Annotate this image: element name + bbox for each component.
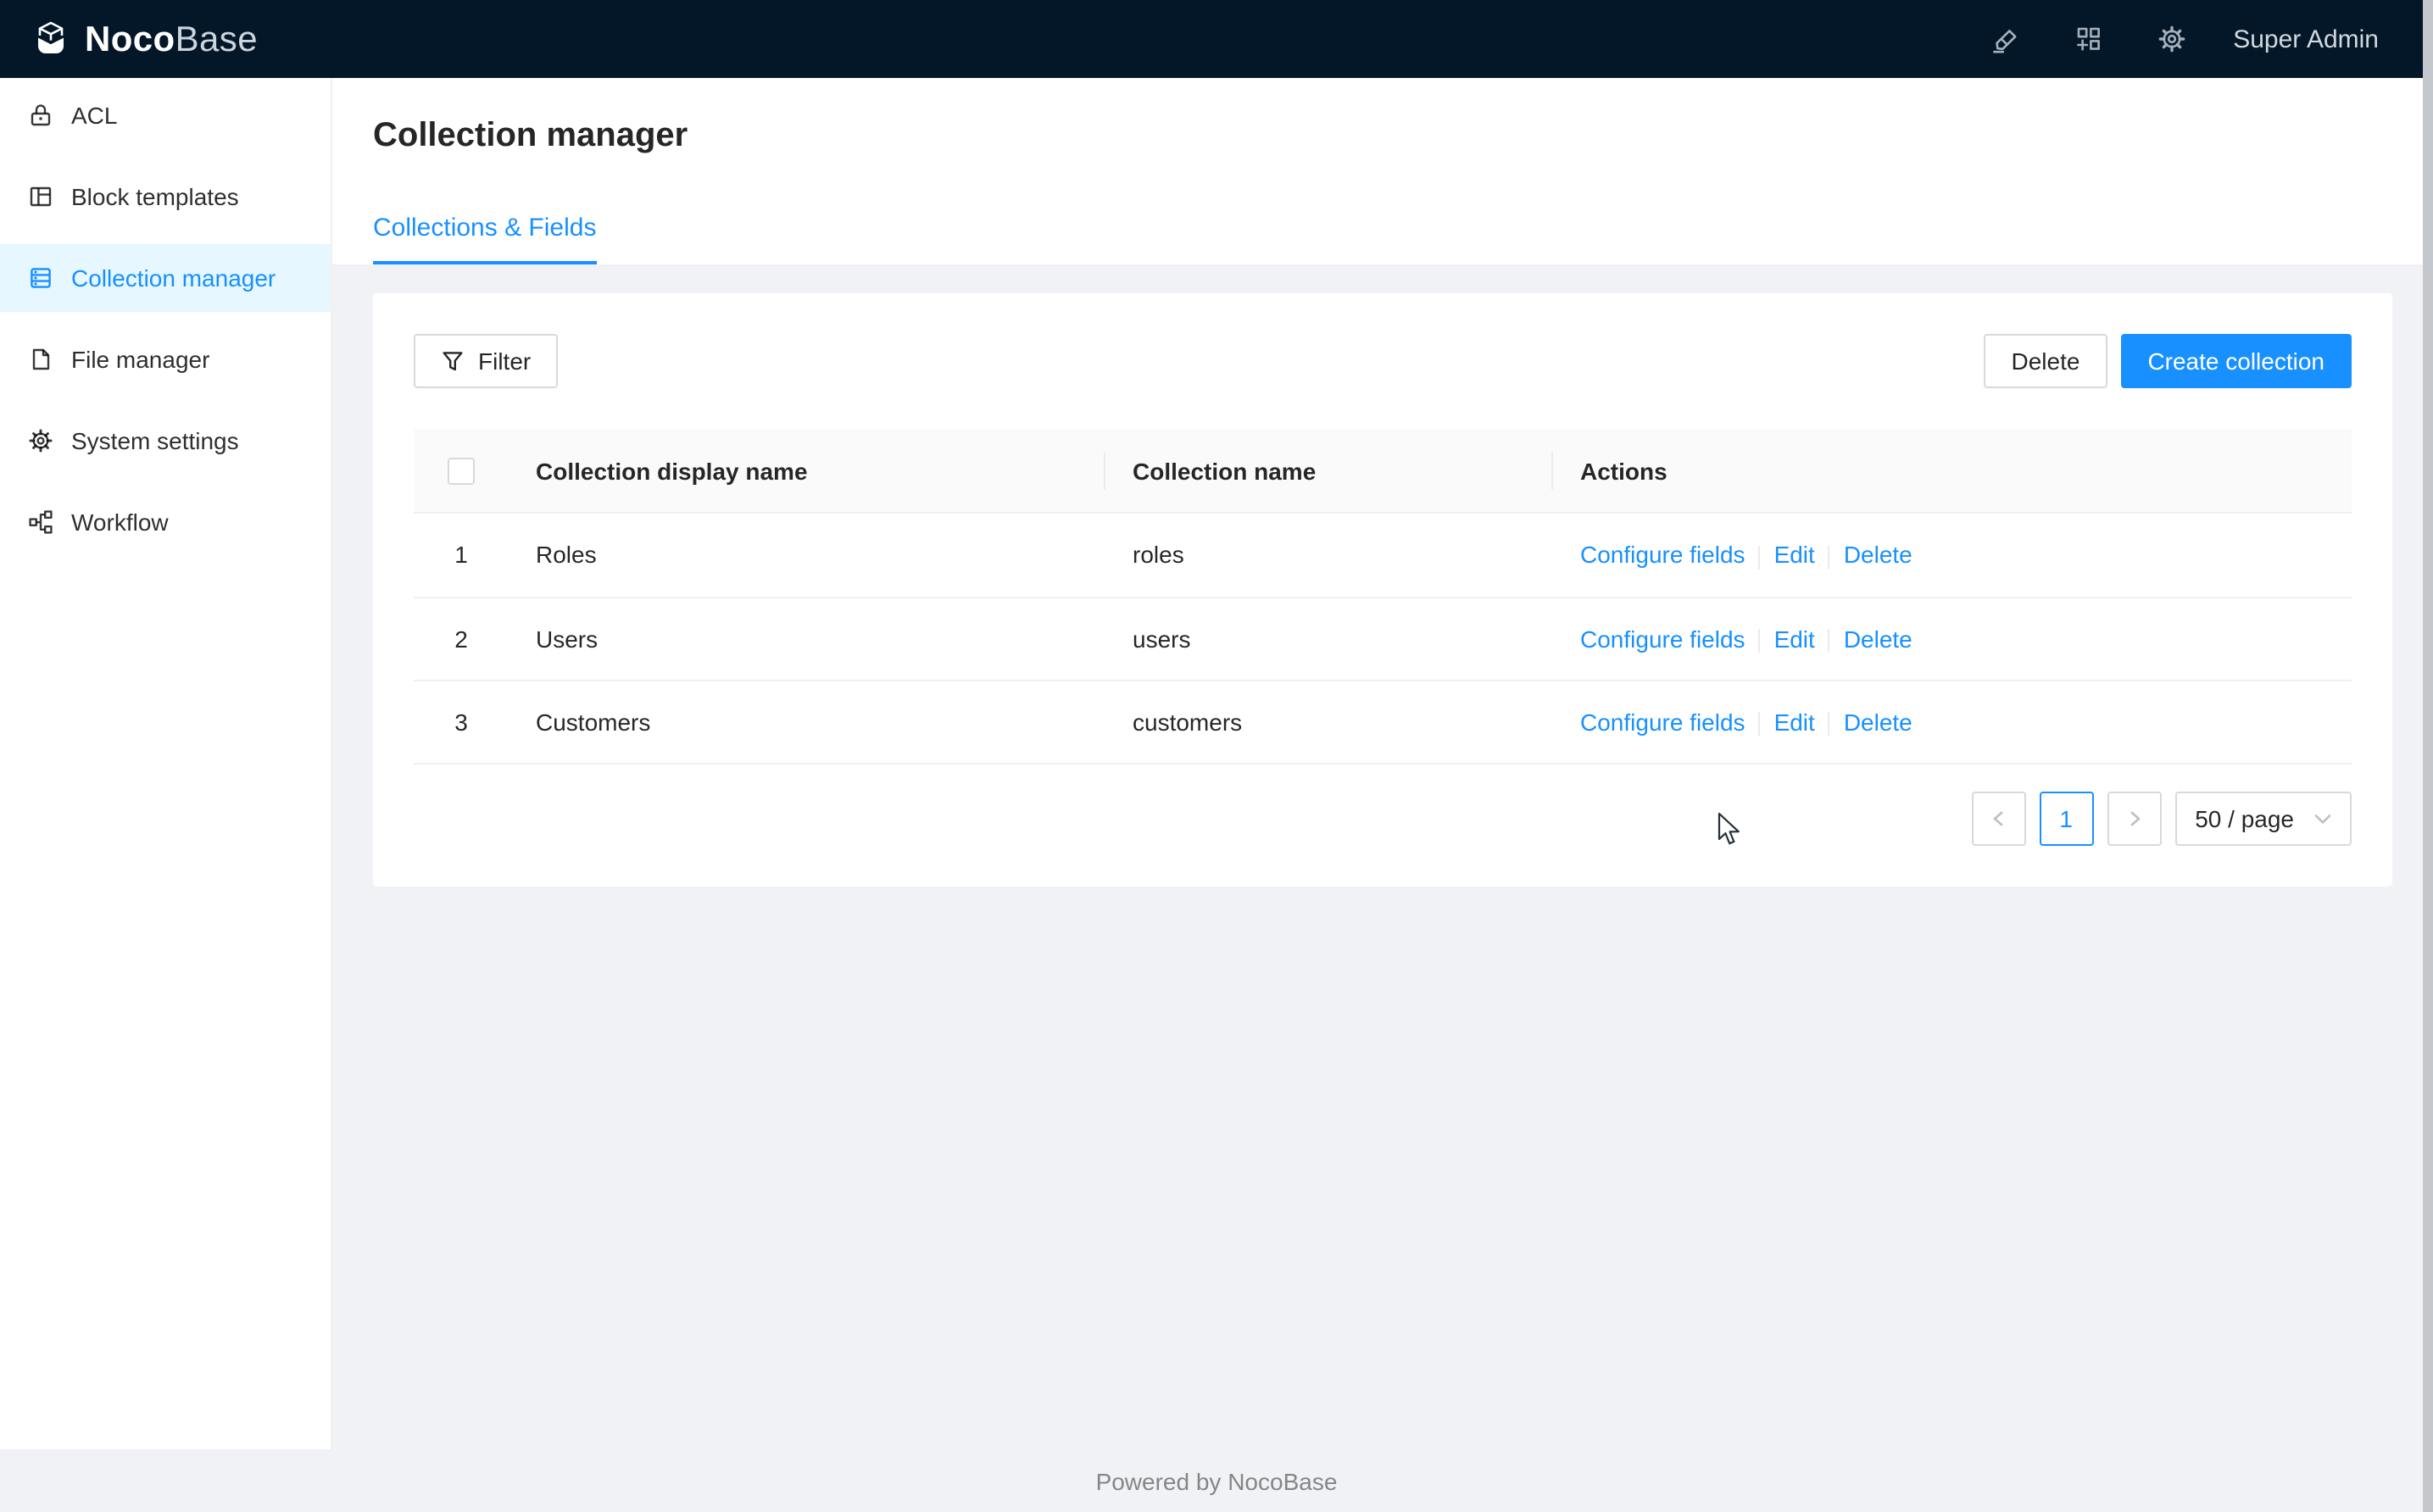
sidebar-item-system-settings[interactable]: System settings — [0, 407, 331, 475]
sidebar-item-file-manager[interactable]: File manager — [0, 325, 331, 393]
previous-page-button[interactable] — [1971, 792, 2025, 846]
page-title: Collection manager — [373, 112, 2392, 159]
nocobase-logo[interactable]: NocoBase — [31, 19, 258, 59]
sidebar-item-collection-manager[interactable]: Collection manager — [0, 244, 331, 312]
collections-table: Collection display name Collection name … — [414, 429, 2352, 764]
page-size-select[interactable]: 50 / page — [2174, 792, 2352, 846]
cell-display-name: Users — [509, 597, 1105, 681]
row-index[interactable]: 3 — [414, 681, 509, 764]
table-row: 1 Roles roles Configure fields Edit Delete — [414, 514, 2352, 598]
cell-display-name: Roles — [509, 514, 1105, 598]
row-index[interactable]: 2 — [414, 597, 509, 681]
delete-button-label: Delete — [2012, 347, 2080, 375]
nocobase-cube-icon — [31, 19, 71, 59]
scrollbar[interactable] — [2423, 0, 2433, 1512]
logo-text: NocoBase — [85, 21, 258, 57]
column-header-name: Collection name — [1105, 429, 1553, 514]
appstore-add-icon[interactable] — [2046, 0, 2130, 78]
content-area: Filter Delete Create collection — [332, 266, 2433, 1449]
select-all-cell — [414, 429, 509, 514]
edit-link[interactable]: Edit — [1774, 625, 1815, 652]
chevron-right-icon — [2125, 810, 2142, 827]
sidebar-item-block-templates[interactable]: Block templates — [0, 163, 331, 231]
highlighter-icon[interactable] — [1963, 0, 2046, 78]
configure-fields-link[interactable]: Configure fields — [1580, 625, 1745, 652]
logo-text-bold: Noco — [85, 19, 175, 58]
app-root: NocoBase — [0, 0, 2433, 1512]
filter-button[interactable]: Filter — [414, 334, 558, 388]
sidebar: ACL Block templates — [0, 78, 332, 1449]
create-collection-button[interactable]: Create collection — [2120, 334, 2352, 388]
lock-icon — [27, 102, 54, 129]
configure-fields-link[interactable]: Configure fields — [1580, 542, 1745, 569]
cell-name: customers — [1105, 681, 1553, 764]
layout-icon — [27, 183, 54, 210]
action-divider — [1829, 545, 1830, 569]
cell-actions: Configure fields Edit Delete — [1553, 681, 2352, 764]
logo-text-light: Base — [175, 19, 258, 58]
column-header-display-name: Collection display name — [509, 429, 1105, 514]
delete-button[interactable]: Delete — [1985, 334, 2107, 388]
sidebar-item-workflow[interactable]: Workflow — [0, 488, 331, 556]
tabs-bar: Collections & Fields — [373, 210, 2392, 264]
delete-link[interactable]: Delete — [1844, 709, 1912, 736]
page-footer: Powered by NocoBase — [0, 1449, 2433, 1512]
main-area: Collection manager Collections & Fields — [332, 78, 2433, 1449]
edit-link[interactable]: Edit — [1774, 709, 1815, 736]
sidebar-item-label: Workflow — [71, 509, 169, 536]
layout: ACL Block templates — [0, 78, 2433, 1449]
create-collection-button-label: Create collection — [2147, 347, 2324, 375]
sidebar-item-acl[interactable]: ACL — [0, 81, 331, 149]
delete-link[interactable]: Delete — [1844, 625, 1912, 652]
action-divider — [1759, 712, 1761, 736]
next-page-button[interactable] — [2107, 792, 2161, 846]
cell-actions: Configure fields Edit Delete — [1553, 597, 2352, 681]
topbar: NocoBase — [0, 0, 2433, 78]
toolbar-right: Delete Create collection — [1985, 334, 2352, 388]
settings-icon[interactable] — [2130, 0, 2213, 78]
table-row: 3 Customers customers Configure fields Ed… — [414, 681, 2352, 764]
action-divider — [1829, 712, 1830, 736]
table-row: 2 Users users Configure fields Edit Delete — [414, 597, 2352, 681]
topbar-actions: Super Admin — [1963, 0, 2379, 78]
table-header-row: Collection display name Collection name … — [414, 429, 2352, 514]
filter-button-label: Filter — [478, 347, 531, 375]
row-index[interactable]: 1 — [414, 514, 509, 598]
action-divider — [1759, 545, 1761, 569]
chevron-down-icon — [2314, 813, 2331, 825]
tab-collections-and-fields[interactable]: Collections & Fields — [373, 210, 596, 264]
card-toolbar: Filter Delete Create collection — [414, 334, 2352, 388]
delete-link[interactable]: Delete — [1844, 542, 1912, 569]
collections-card: Filter Delete Create collection — [373, 293, 2392, 887]
file-icon — [27, 346, 54, 373]
sidebar-item-label: Block templates — [71, 183, 239, 210]
configure-fields-link[interactable]: Configure fields — [1580, 709, 1745, 736]
cell-display-name: Customers — [509, 681, 1105, 764]
sidebar-item-label: System settings — [71, 427, 239, 454]
page-size-value: 50 / page — [2195, 805, 2294, 832]
sidebar-item-label: ACL — [71, 102, 117, 129]
funnel-icon — [441, 349, 465, 373]
action-divider — [1829, 629, 1830, 653]
page-header: Collection manager Collections & Fields — [332, 78, 2433, 266]
edit-link[interactable]: Edit — [1774, 542, 1815, 569]
cell-name: roles — [1105, 514, 1553, 598]
chevron-left-icon — [1990, 810, 2007, 827]
sidebar-item-label: File manager — [71, 346, 209, 373]
gear-icon — [27, 427, 54, 454]
cell-name: users — [1105, 597, 1553, 681]
action-divider — [1759, 629, 1761, 653]
cell-actions: Configure fields Edit Delete — [1553, 514, 2352, 598]
pagination: 1 50 / page — [414, 792, 2352, 846]
page-number-button[interactable]: 1 — [2039, 792, 2093, 846]
column-header-actions: Actions — [1553, 429, 2352, 514]
sidebar-item-label: Collection manager — [71, 264, 276, 292]
select-all-checkbox[interactable] — [448, 459, 475, 486]
user-menu[interactable]: Super Admin — [2233, 25, 2379, 53]
partition-icon — [27, 509, 54, 536]
database-icon — [27, 264, 54, 292]
powered-by-text: Powered by NocoBase — [1096, 1467, 1338, 1494]
